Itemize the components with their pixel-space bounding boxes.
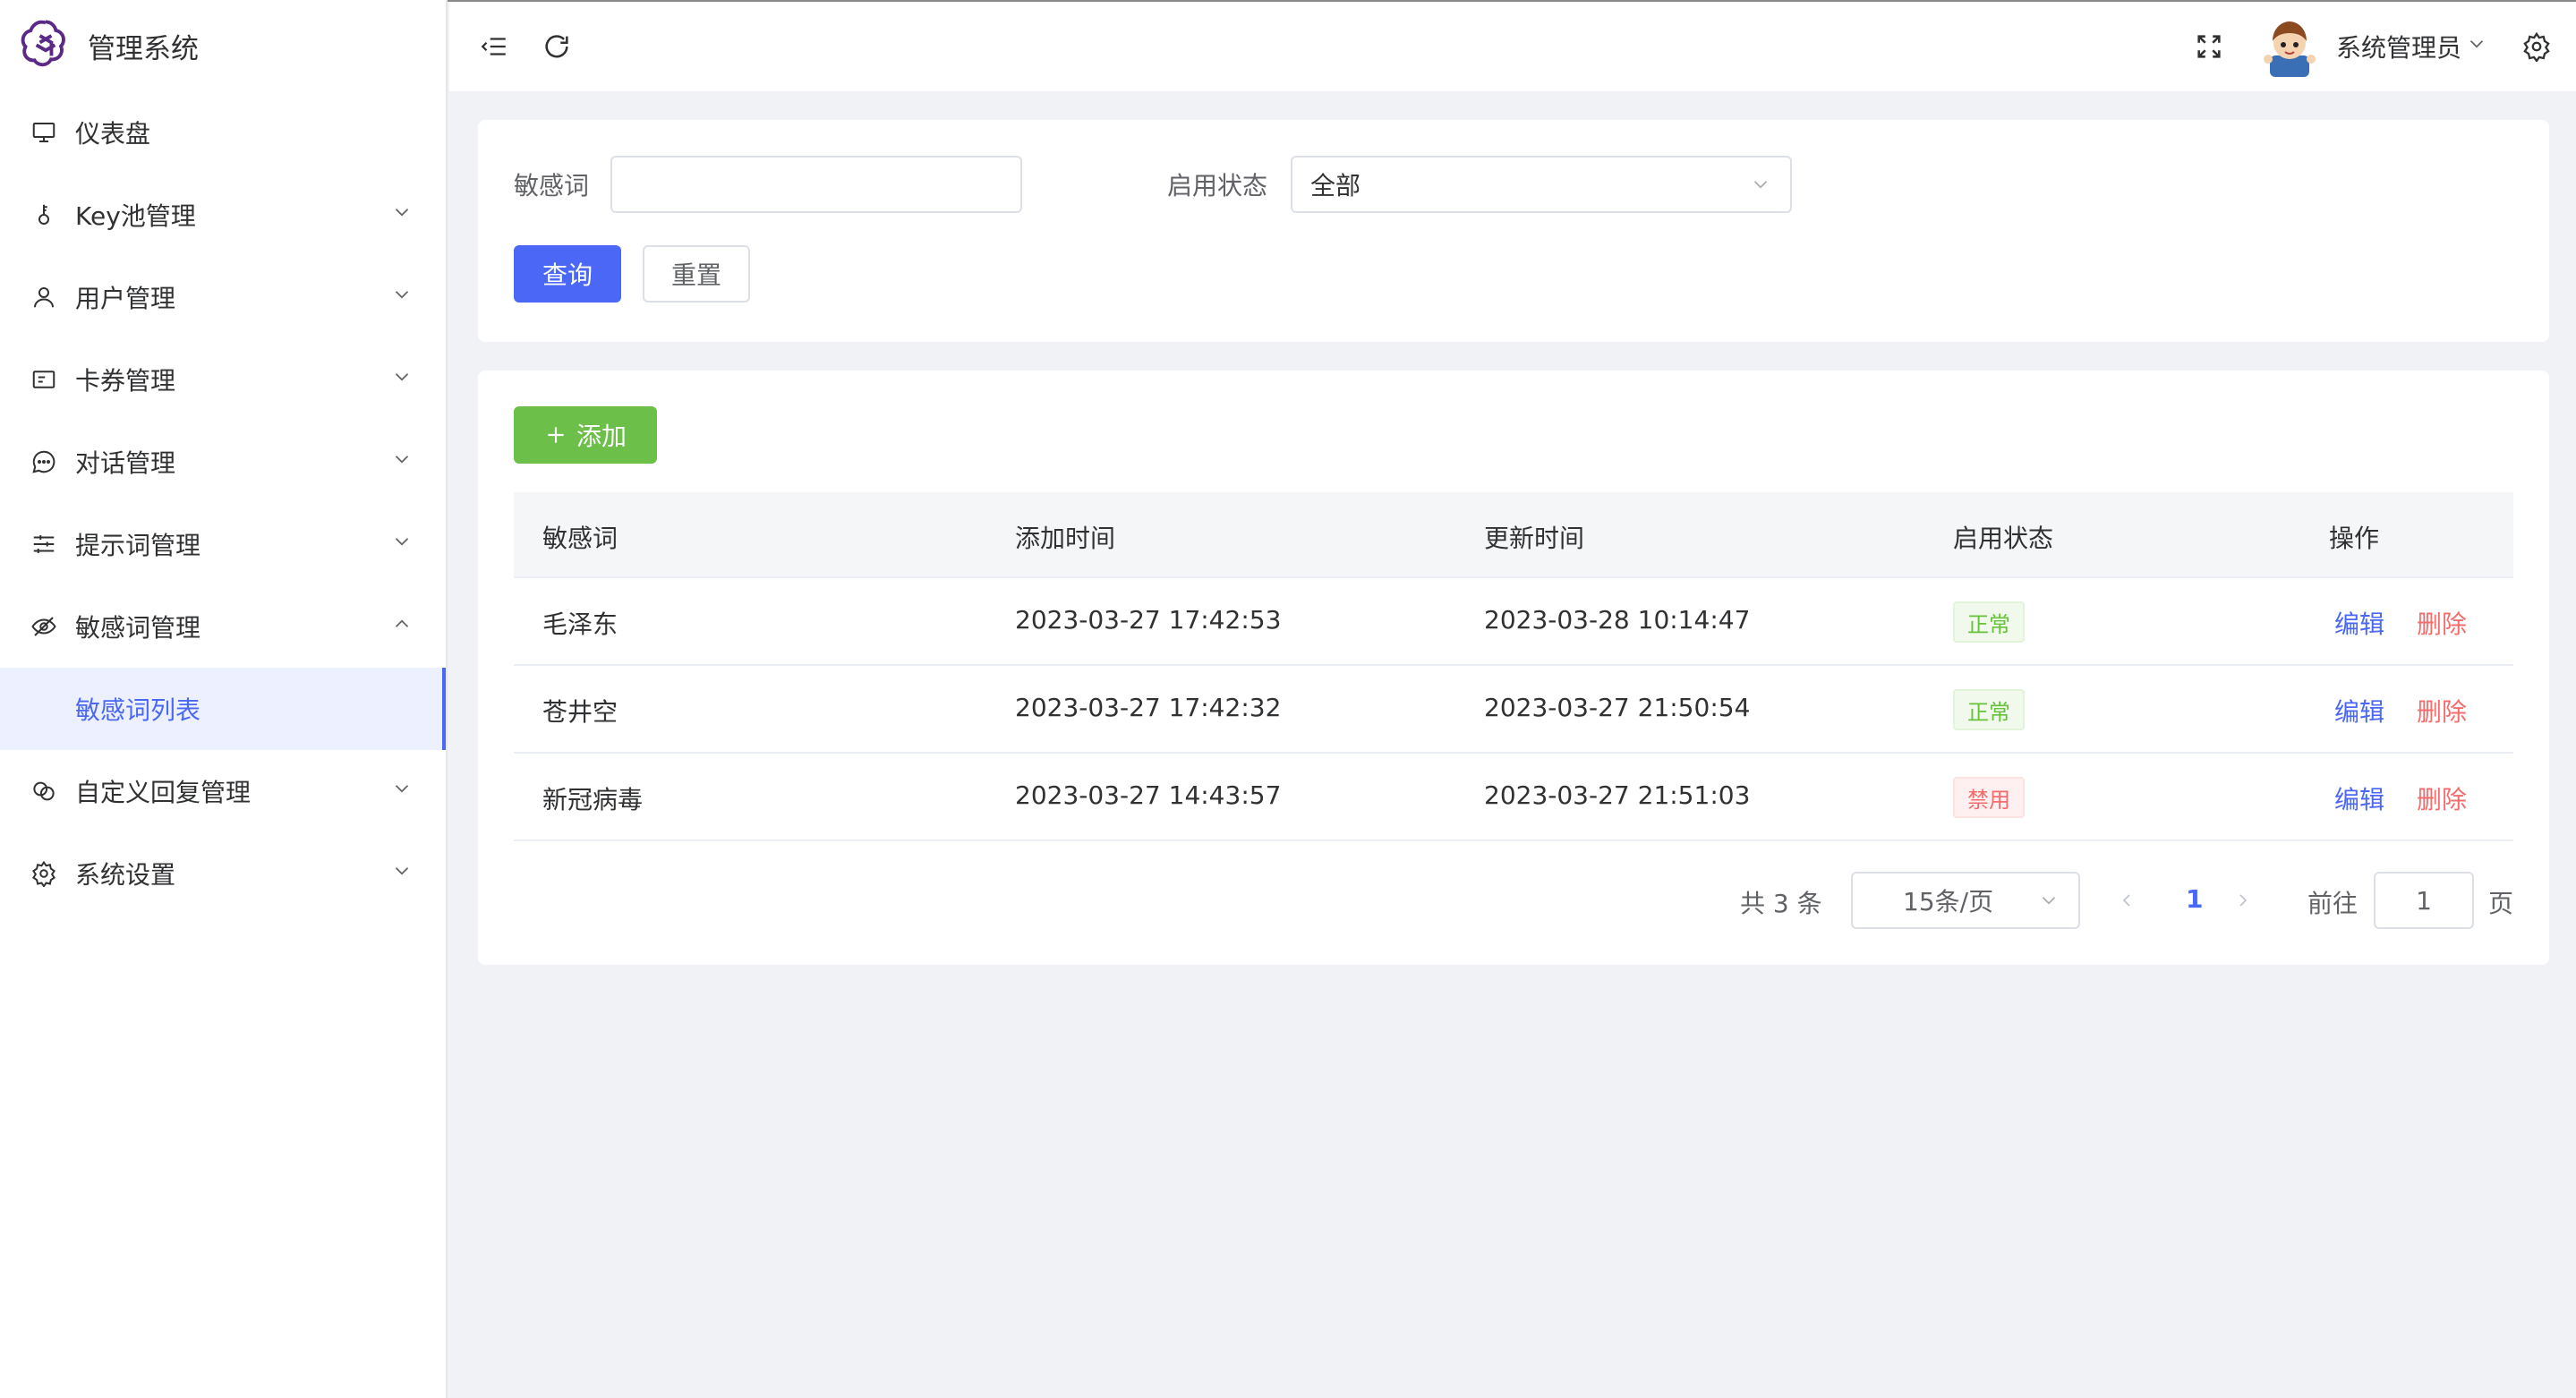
status-label: 启用状态 (1167, 171, 1268, 200)
status-select-value: 全部 (1310, 171, 1361, 200)
sidebar-item-coupons[interactable]: 卡券管理 (0, 338, 446, 421)
word-cell: 毛泽东 (542, 609, 618, 639)
delete-button[interactable]: 删除 (2417, 605, 2467, 641)
status-badge: 正常 (1953, 601, 2025, 643)
chevron-down-icon (1749, 173, 1772, 202)
chevron-down-icon (390, 530, 414, 559)
logo-area[interactable]: 管理系统 (0, 0, 446, 91)
sensitive-word-label: 敏感词 (514, 171, 590, 200)
updated-cell: 2023-03-28 10:14:47 (1484, 605, 1751, 635)
sidebar-item-label: 系统设置 (75, 860, 176, 890)
reset-button[interactable]: 重置 (643, 245, 750, 303)
sidebar-item-label: 敏感词管理 (75, 613, 201, 643)
chevron-down-icon (390, 448, 414, 477)
user-icon (29, 282, 59, 312)
app-title: 管理系统 (88, 32, 199, 65)
top-header: 系统管理员 (449, 2, 2576, 91)
word-cell: 新冠病毒 (542, 785, 644, 814)
updated-cell: 2023-03-27 21:50:54 (1484, 693, 1751, 722)
sidebar-item-sensitive-word-list[interactable]: 敏感词列表 (0, 668, 446, 750)
add-button[interactable]: 添加 (514, 406, 657, 464)
card-icon (29, 364, 59, 395)
sidebar-item-dashboard[interactable]: 仪表盘 (0, 91, 446, 174)
user-name[interactable]: 系统管理员 (2336, 29, 2461, 64)
sidebar-item-settings[interactable]: 系统设置 (0, 832, 446, 915)
sidebar-item-users[interactable]: 用户管理 (0, 256, 446, 338)
column-header: 敏感词 (542, 524, 618, 553)
gear-icon[interactable] (2519, 29, 2555, 64)
page-number-current[interactable]: 1 (2186, 884, 2203, 914)
refresh-icon[interactable] (539, 29, 575, 64)
monitor-icon (29, 117, 59, 148)
collapse-menu-icon[interactable] (476, 29, 512, 64)
gear-icon (29, 858, 59, 889)
column-header: 更新时间 (1484, 524, 1585, 553)
table-row: 毛泽东 2023-03-27 17:42:53 2023-03-28 10:14… (514, 578, 2513, 666)
chevron-up-icon (390, 612, 414, 642)
sensitive-word-input[interactable] (610, 156, 1022, 213)
status-badge: 禁用 (1953, 777, 2025, 818)
edit-button[interactable]: 编辑 (2334, 780, 2384, 816)
created-cell: 2023-03-27 17:42:32 (1015, 693, 1282, 722)
fullscreen-icon[interactable] (2191, 29, 2227, 64)
column-header: 启用状态 (1953, 524, 2054, 553)
status-badge: 正常 (1953, 689, 2025, 730)
query-button[interactable]: 查询 (514, 245, 621, 303)
chevron-down-icon (390, 200, 414, 230)
chevron-down-icon (390, 859, 414, 889)
sidebar-item-label: 用户管理 (75, 284, 176, 313)
sidebar-item-label: Key池管理 (75, 201, 196, 231)
eye-off-icon (29, 611, 59, 642)
sidebar-item-prompts[interactable]: 提示词管理 (0, 503, 446, 585)
chevron-down-icon (390, 777, 414, 806)
openai-logo-icon (18, 16, 73, 75)
key-icon (29, 200, 59, 230)
table-row: 苍井空 2023-03-27 17:42:32 2023-03-27 21:50… (514, 666, 2513, 754)
goto-label: 前往 (2307, 889, 2358, 918)
chevron-down-icon (390, 283, 414, 312)
sidebar-item-label: 敏感词列表 (75, 695, 201, 725)
table-card: 添加 敏感词 添加时间 更新时间 启用状态 操作 毛泽东 2023-03-27 … (478, 371, 2549, 965)
column-header: 操作 (2329, 524, 2380, 553)
delete-button[interactable]: 删除 (2417, 780, 2467, 816)
goto-page-input[interactable]: 1 (2374, 872, 2474, 929)
add-button-label: 添加 (576, 422, 627, 451)
sidebar-item-sensitive-words[interactable]: 敏感词管理 (0, 585, 446, 668)
page-suffix-label: 页 (2488, 889, 2514, 918)
prev-page-icon[interactable] (2116, 890, 2137, 915)
page-size-value: 15条/页 (1903, 887, 1994, 916)
avatar[interactable] (2261, 16, 2318, 77)
pagination-total: 共 3 条 (1740, 889, 1822, 918)
sidebar: 管理系统 仪表盘 Key池管理 用户管理 卡券管理 对话管理 提示词管理 敏感词… (0, 0, 448, 1398)
sidebar-item-label: 自定义回复管理 (75, 778, 252, 807)
sidebar-item-label: 提示词管理 (75, 531, 201, 560)
column-header: 添加时间 (1015, 524, 1116, 553)
chevron-down-icon (2037, 889, 2060, 918)
updated-cell: 2023-03-27 21:51:03 (1484, 780, 1751, 810)
edit-button[interactable]: 编辑 (2334, 693, 2384, 729)
created-cell: 2023-03-27 14:43:57 (1015, 780, 1282, 810)
plus-icon (544, 423, 567, 447)
chevron-down-icon[interactable] (2465, 32, 2488, 59)
sidebar-item-label: 仪表盘 (75, 119, 151, 149)
status-select[interactable]: 全部 (1291, 156, 1792, 213)
chat-icon (29, 447, 59, 477)
sidebar-item-label: 卡券管理 (75, 366, 176, 396)
table-row: 新冠病毒 2023-03-27 14:43:57 2023-03-27 21:5… (514, 754, 2513, 841)
search-form: 敏感词 启用状态 全部 查询 重置 (478, 120, 2549, 342)
sidebar-item-custom-replies[interactable]: 自定义回复管理 (0, 750, 446, 832)
sidebar-item-conversations[interactable]: 对话管理 (0, 421, 446, 503)
created-cell: 2023-03-27 17:42:53 (1015, 605, 1282, 635)
reply-icon (29, 776, 59, 806)
sliders-icon (29, 529, 59, 559)
chevron-down-icon (390, 365, 414, 395)
sidebar-item-label: 对话管理 (75, 448, 176, 478)
sidebar-item-key-pool[interactable]: Key池管理 (0, 174, 446, 256)
next-page-icon[interactable] (2232, 890, 2254, 915)
page-size-select[interactable]: 15条/页 (1851, 872, 2080, 929)
word-cell: 苍井空 (542, 697, 618, 727)
delete-button[interactable]: 删除 (2417, 693, 2467, 729)
edit-button[interactable]: 编辑 (2334, 605, 2384, 641)
table-header: 敏感词 添加时间 更新时间 启用状态 操作 (514, 492, 2513, 578)
